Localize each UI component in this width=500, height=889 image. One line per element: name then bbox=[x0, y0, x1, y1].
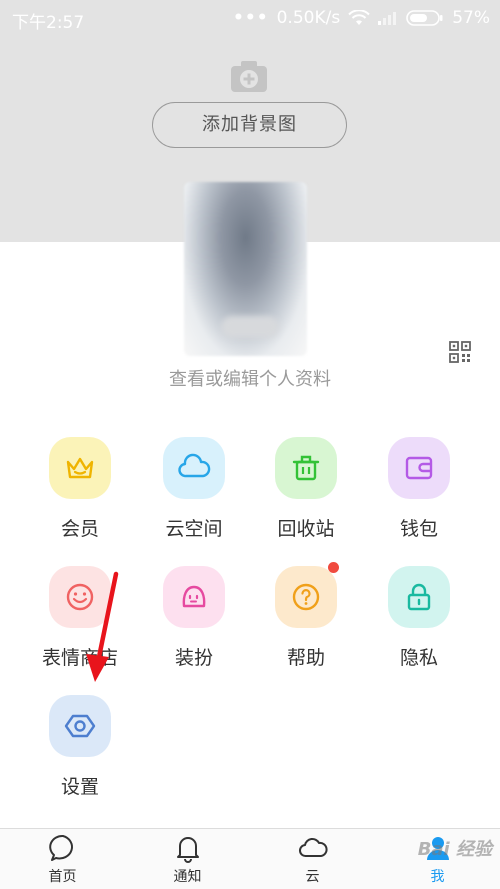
tab-notifications[interactable]: 通知 bbox=[125, 829, 250, 889]
grid-label: 设置 bbox=[60, 776, 99, 798]
status-bar: 下午2:57 ••• 0.50K/s 57% bbox=[0, 0, 500, 36]
grid-item-help[interactable]: 帮助 bbox=[251, 562, 361, 670]
status-indicators: ••• 0.50K/s 57% bbox=[233, 8, 490, 28]
chat-bubble-icon bbox=[48, 834, 73, 861]
battery-percent: 57% bbox=[452, 8, 490, 28]
tab-label: 通知 bbox=[173, 869, 202, 885]
lock-icon bbox=[407, 583, 431, 611]
grid-item-vip[interactable]: 会员 bbox=[25, 437, 135, 541]
recycle-bin-tile bbox=[275, 437, 337, 499]
grid-item-recycle-bin[interactable]: 回收站 bbox=[251, 437, 361, 541]
bell-icon bbox=[176, 837, 199, 863]
tab-cloud[interactable]: 云 bbox=[250, 829, 375, 889]
cloud-icon bbox=[178, 453, 211, 478]
settings-tile bbox=[49, 695, 111, 757]
edit-profile-link[interactable]: 查看或编辑个人资料 bbox=[0, 365, 500, 391]
tab-label: 我 bbox=[430, 869, 445, 885]
grid-label: 云空间 bbox=[165, 518, 223, 540]
hexagon-gear-icon bbox=[64, 714, 96, 738]
help-tile bbox=[275, 562, 339, 628]
tab-label: 云 bbox=[305, 869, 320, 885]
cloud-space-tile bbox=[163, 437, 225, 499]
vip-tile bbox=[49, 437, 111, 499]
cloud-icon bbox=[298, 837, 327, 857]
watermark: Bai 经验 bbox=[417, 839, 492, 860]
grid-label: 会员 bbox=[60, 518, 99, 540]
grid-label: 回收站 bbox=[277, 518, 335, 540]
more-dots-icon: ••• bbox=[233, 8, 269, 28]
grid-item-settings[interactable]: 设置 bbox=[25, 695, 135, 799]
grid-item-wallet[interactable]: 钱包 bbox=[364, 437, 474, 541]
question-icon bbox=[292, 583, 320, 611]
battery-icon bbox=[406, 10, 443, 26]
dress-up-tile bbox=[163, 566, 225, 628]
grid-label: 钱包 bbox=[399, 518, 438, 540]
tab-me[interactable]: 我 Bai 经验 bbox=[375, 829, 500, 889]
trash-icon bbox=[292, 455, 320, 481]
grid-item-cloud-space[interactable]: 云空间 bbox=[139, 437, 249, 541]
grid-item-dress-up[interactable]: 装扮 bbox=[139, 566, 249, 670]
status-time: 下午2:57 bbox=[12, 13, 85, 33]
notification-dot bbox=[328, 562, 339, 573]
wallet-tile bbox=[388, 437, 450, 499]
signal-icon bbox=[378, 12, 397, 25]
tab-home[interactable]: 首页 bbox=[0, 829, 125, 889]
red-arrow-annotation bbox=[86, 571, 119, 682]
grid-label: 装扮 bbox=[174, 647, 213, 669]
grid-item-privacy[interactable]: 隐私 bbox=[364, 566, 474, 670]
bottom-tab-bar: 首页 通知 云 我 Bai 经验 bbox=[0, 828, 500, 889]
grid-label: 隐私 bbox=[399, 647, 438, 669]
avatar-name-blurred bbox=[221, 316, 279, 338]
grid-label: 帮助 bbox=[286, 647, 325, 669]
privacy-tile bbox=[388, 566, 450, 628]
ghost-face-icon bbox=[182, 585, 206, 608]
camera-icon[interactable] bbox=[229, 58, 269, 94]
qr-code-icon[interactable] bbox=[449, 341, 471, 363]
network-speed: 0.50K/s bbox=[276, 8, 341, 28]
wallet-icon bbox=[405, 456, 433, 480]
tab-label: 首页 bbox=[48, 869, 77, 885]
wifi-icon bbox=[348, 10, 370, 25]
crown-icon bbox=[66, 457, 94, 479]
add-background-button[interactable]: 添加背景图 bbox=[152, 102, 347, 148]
